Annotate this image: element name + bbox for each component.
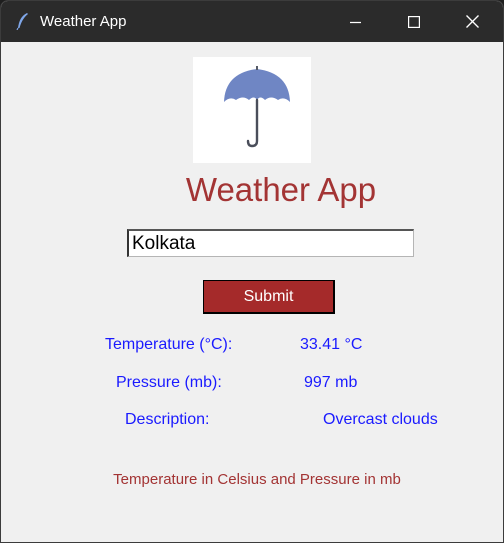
submit-button[interactable]: Submit xyxy=(203,280,335,314)
pressure-value: 997 mb xyxy=(304,374,358,391)
maximize-button[interactable] xyxy=(385,1,443,42)
city-input[interactable] xyxy=(127,229,414,257)
feather-icon xyxy=(15,12,31,31)
window-title: Weather App xyxy=(40,13,127,30)
title-bar[interactable]: Weather App xyxy=(1,1,503,42)
minimize-button[interactable] xyxy=(327,1,385,42)
app-heading: Weather App xyxy=(185,171,377,208)
weather-logo xyxy=(193,57,311,163)
maximize-icon xyxy=(408,15,420,28)
minimize-icon xyxy=(350,21,361,23)
description-label: Description: xyxy=(125,411,210,428)
temperature-label: Temperature (°C): xyxy=(105,336,233,353)
umbrella-icon xyxy=(224,66,290,148)
units-note: Temperature in Celsius and Pressure in m… xyxy=(113,471,401,488)
app-window: Weather App Weather App Submit Tempera xyxy=(0,0,504,543)
description-value: Overcast clouds xyxy=(323,411,438,428)
close-icon xyxy=(465,15,479,28)
temperature-value: 33.41 °C xyxy=(300,336,363,353)
pressure-label: Pressure (mb): xyxy=(116,374,222,391)
close-button[interactable] xyxy=(443,1,501,42)
